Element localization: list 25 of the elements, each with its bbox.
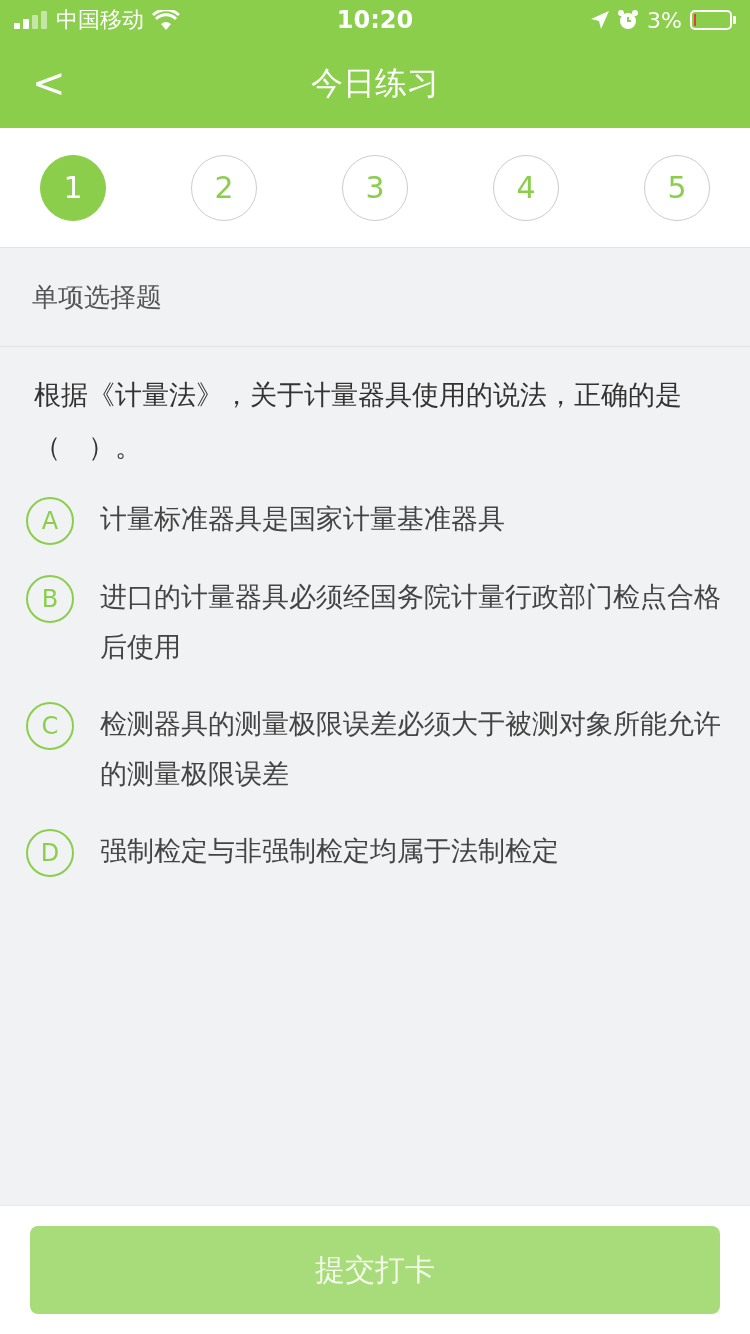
question-number-tab[interactable]: 5 [644,154,710,221]
option-radio[interactable]: D [26,829,74,877]
wifi-icon [152,10,180,30]
signal-icon [14,11,48,29]
question-number-tab[interactable]: 3 [342,154,408,221]
alarm-icon [617,9,640,31]
question-number-tab[interactable]: 1 [40,154,106,221]
option-text[interactable]: 强制检定与非强制检定均属于法制检定 [100,826,559,876]
question-number-tab[interactable]: 4 [493,154,559,221]
page-title: 今日练习 [311,63,439,104]
option-radio[interactable]: B [26,575,74,623]
location-icon [591,11,610,29]
option-radio[interactable]: A [26,497,74,545]
carrier-name: 中国移动 [56,6,144,34]
option-text[interactable]: 进口的计量器具必须经国务院计量行政部门检点合格后使用 [100,572,724,672]
battery-icon [690,10,736,30]
section-label: 单项选择题 [32,280,162,314]
clock-time: 10:20 [336,6,414,34]
question-number-tab[interactable]: 2 [191,154,257,221]
back-button[interactable]: < [24,60,74,106]
option-text[interactable]: 计量标准器具是国家计量基准器具 [100,494,505,544]
option-text[interactable]: 检测器具的测量极限误差必须大于被测对象所能允许的测量极限误差 [100,699,724,799]
question-text: 根据《计量法》，关于计量器具使用的说法，正确的是（ ）。 [33,378,683,464]
option-radio[interactable]: C [26,702,74,750]
battery-percent: 3% [647,7,682,33]
